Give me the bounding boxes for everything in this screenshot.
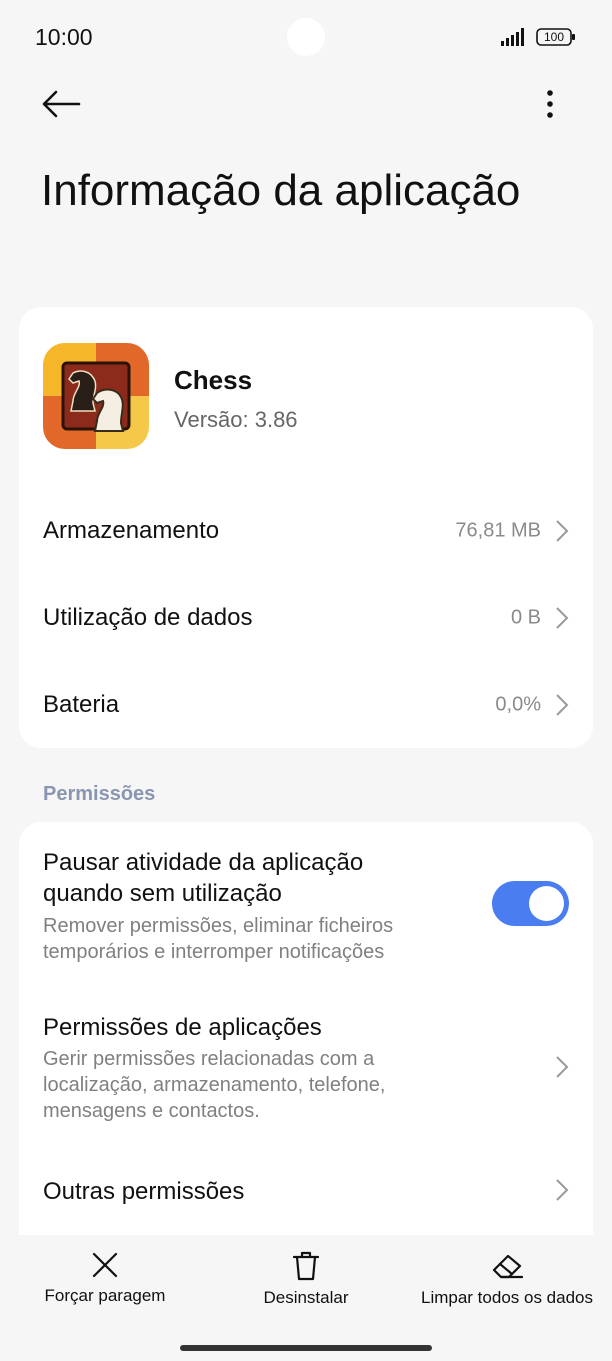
status-time: 10:00 xyxy=(35,24,93,50)
status-bar: 10:00 100 xyxy=(0,0,612,76)
battery-label: Bateria xyxy=(43,691,120,718)
more-vertical-icon xyxy=(547,90,553,118)
force-stop-label: Forçar paragem xyxy=(44,1286,166,1305)
pause-activity-toggle[interactable] xyxy=(492,881,569,926)
more-options-button[interactable] xyxy=(532,84,568,124)
chess-knight-icon xyxy=(43,343,149,449)
storage-row[interactable]: Armazenamento 76,81 MB xyxy=(19,491,593,571)
other-permissions-title: Outras permissões xyxy=(43,1178,245,1205)
app-permissions-title: Permissões de aplicações xyxy=(43,1014,322,1041)
clear-data-button[interactable]: Limpar todos os dados xyxy=(412,1250,602,1308)
data-usage-value: 0 B xyxy=(510,606,541,629)
app-info-card: Chess Versão: 3.86 Armazenamento 76,81 M… xyxy=(19,307,593,748)
pause-activity-description: Remover permissões, eliminar ficheiros t… xyxy=(43,915,394,963)
chevron-right-icon xyxy=(556,607,569,629)
uninstall-label: Desinstalar xyxy=(263,1288,349,1307)
battery-level: 100 xyxy=(543,30,565,44)
battery-value: 0,0% xyxy=(495,693,541,716)
camera-cutout xyxy=(287,18,325,56)
data-usage-label: Utilização de dados xyxy=(43,604,253,631)
chevron-right-icon xyxy=(556,1179,569,1201)
other-permissions-row[interactable]: Outras permissões xyxy=(19,1152,593,1232)
trash-icon xyxy=(292,1251,320,1281)
app-permissions-description: Gerir permissões relacionadas com a loca… xyxy=(43,1048,386,1122)
app-name: Chess xyxy=(174,365,253,395)
pause-activity-row[interactable]: Pausar atividade da aplicação quando sem… xyxy=(19,822,593,982)
permissions-section-title: Permissões xyxy=(43,783,156,805)
arrow-left-icon xyxy=(42,90,81,118)
app-version: Versão: 3.86 xyxy=(174,407,298,432)
bottom-action-bar: Forçar paragem Desinstalar Limpar todos … xyxy=(0,1235,612,1361)
pause-activity-title: Pausar atividade da aplicação quando sem… xyxy=(43,849,364,907)
uninstall-button[interactable]: Desinstalar xyxy=(241,1250,371,1308)
toggle-knob xyxy=(529,886,564,921)
signal-icon xyxy=(501,28,524,46)
home-indicator[interactable] xyxy=(180,1345,432,1351)
permissions-card: Pausar atividade da aplicação quando sem… xyxy=(19,822,593,1252)
clear-data-label: Limpar todos os dados xyxy=(421,1288,593,1307)
chevron-right-icon xyxy=(556,694,569,716)
eraser-icon xyxy=(492,1254,524,1279)
page-title: Informação da aplicação xyxy=(41,166,521,215)
app-permissions-row[interactable]: Permissões de aplicações Gerir permissõe… xyxy=(19,992,593,1142)
app-info-screen: 10:00 100 Informação da aplicação Chess … xyxy=(0,0,612,1361)
battery-icon: 100 xyxy=(536,28,576,46)
storage-label: Armazenamento xyxy=(43,517,220,544)
chevron-right-icon xyxy=(556,520,569,542)
chevron-right-icon xyxy=(556,1056,569,1078)
close-icon xyxy=(92,1252,118,1278)
back-button[interactable] xyxy=(36,84,86,124)
battery-row[interactable]: Bateria 0,0% xyxy=(19,665,593,745)
storage-value: 76,81 MB xyxy=(455,519,541,542)
force-stop-button[interactable]: Forçar paragem xyxy=(30,1250,180,1306)
data-usage-row[interactable]: Utilização de dados 0 B xyxy=(19,578,593,658)
